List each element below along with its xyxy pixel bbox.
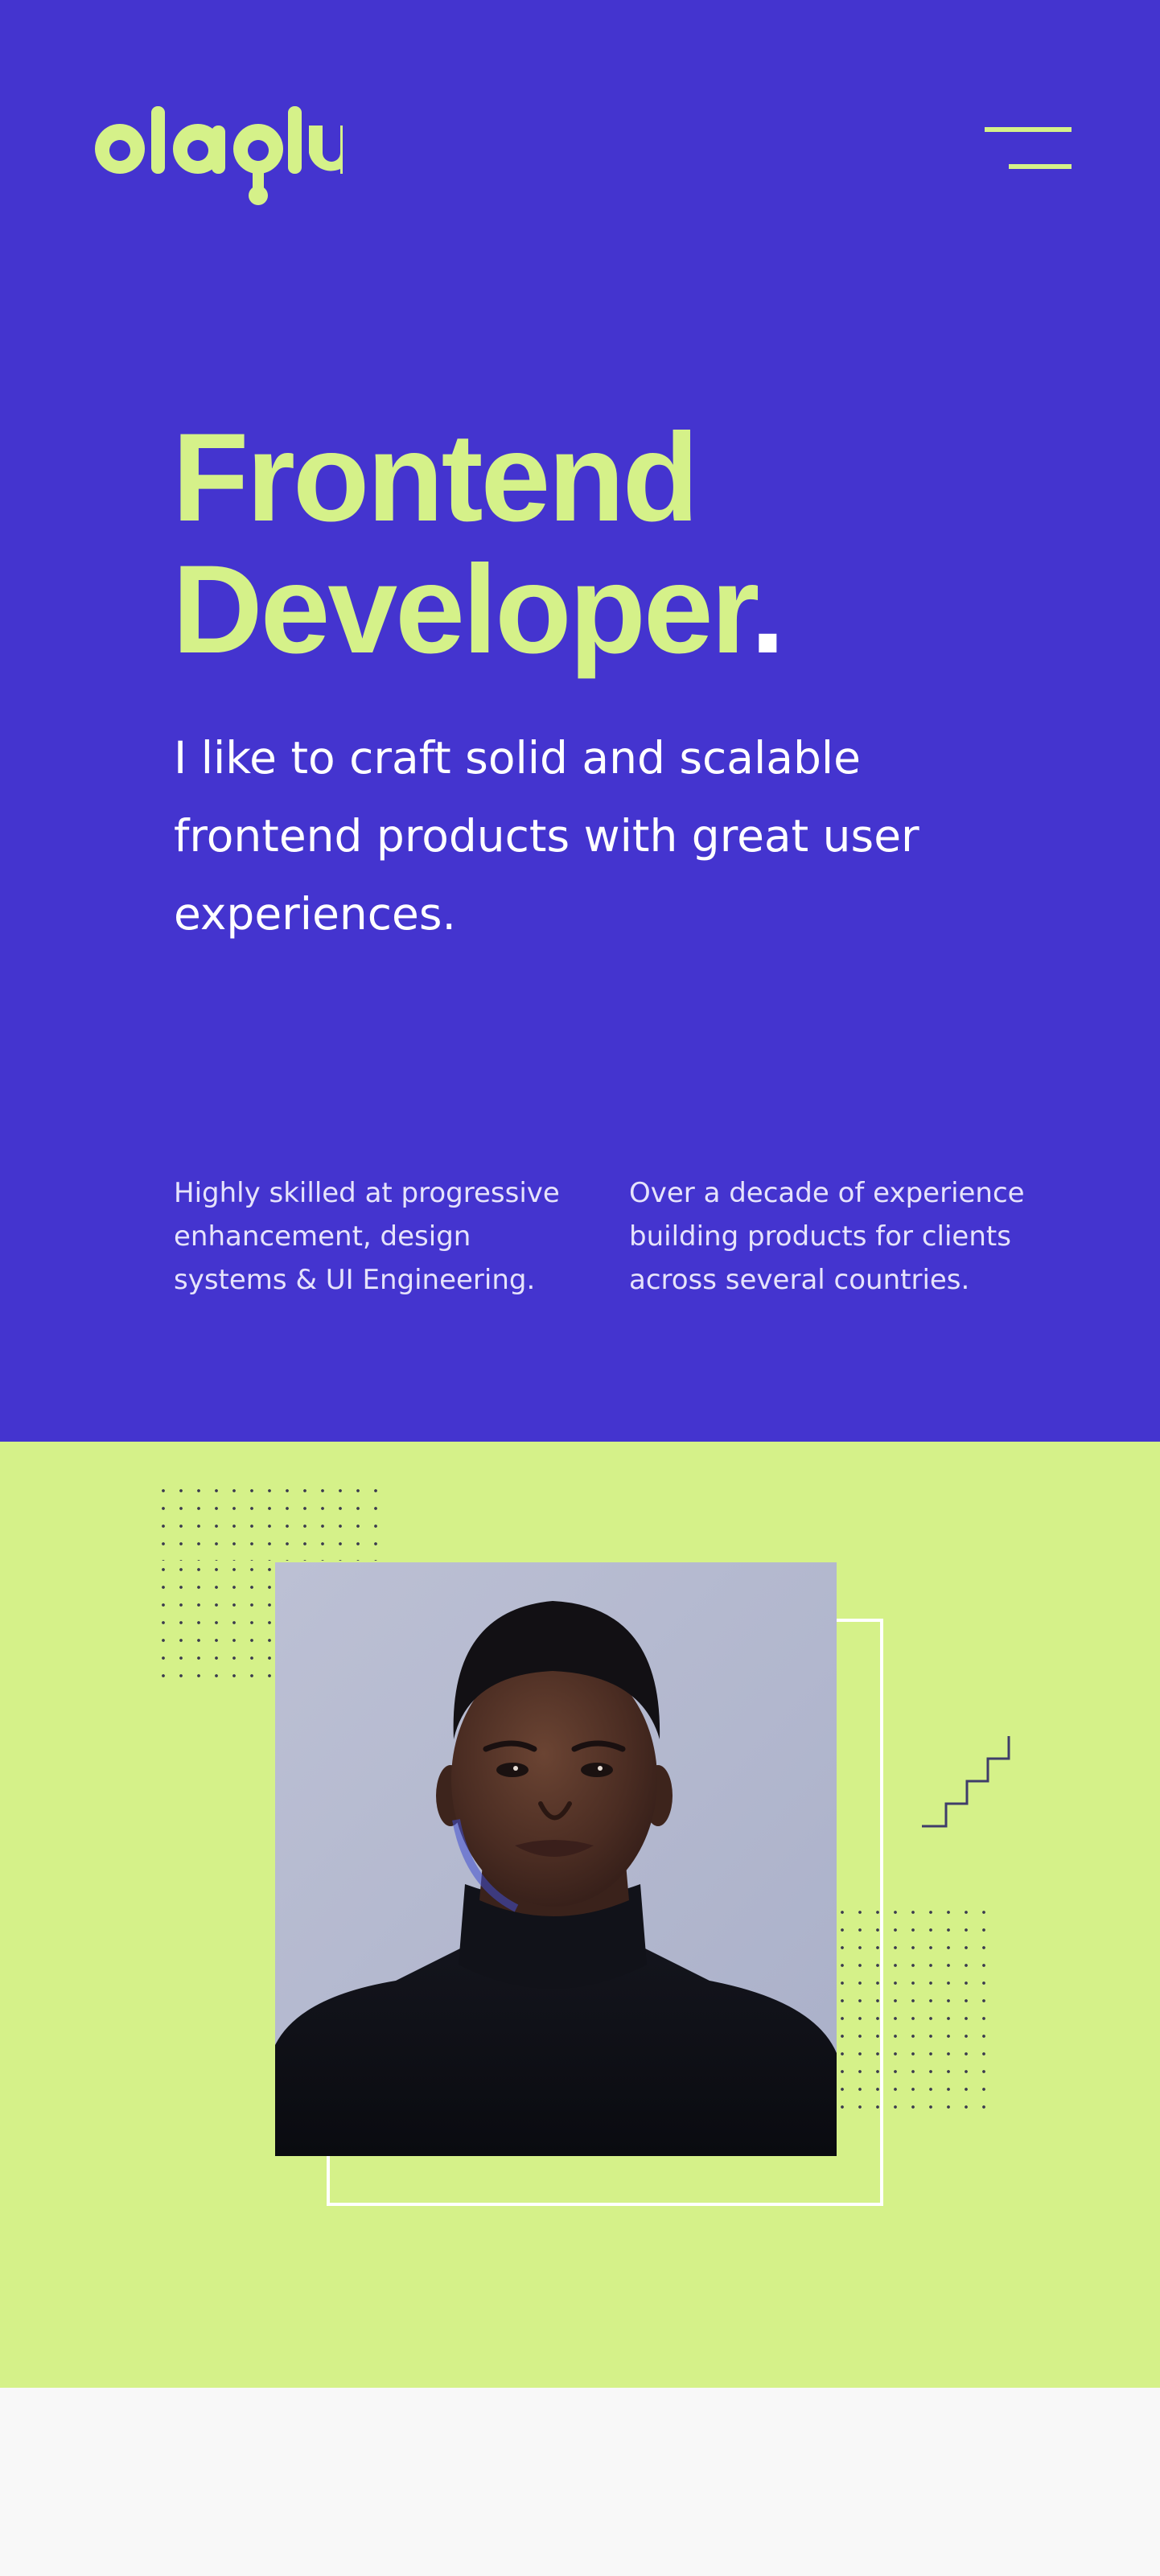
staircase-icon — [922, 1736, 1010, 1828]
headline-line-2-text: Developer — [172, 540, 753, 680]
menu-bar-bottom — [1009, 164, 1072, 169]
hero-headline: Frontend Developer. — [172, 408, 785, 676]
headline-line-1: Frontend — [172, 408, 699, 548]
hero-section: Frontend Developer. I like to craft soli… — [0, 0, 1160, 1442]
dot-grid-icon — [154, 1482, 388, 1561]
hamburger-menu-icon[interactable] — [983, 122, 1072, 174]
feature-experience: Over a decade of experience building pro… — [629, 1177, 1025, 1296]
hero-intro: I like to craft solid and scalable front… — [174, 732, 919, 940]
menu-bar-top — [985, 127, 1072, 132]
page-bottom-area — [0, 2388, 1160, 2576]
headline-dot: . — [750, 540, 785, 680]
logo-wordmark — [95, 106, 343, 205]
logo-link[interactable] — [95, 90, 343, 211]
photo-section — [0, 1442, 1160, 2388]
headline-line-2: Developer. — [172, 544, 785, 676]
dot-grid-icon — [154, 1561, 277, 1689]
portrait-photo — [275, 1562, 837, 2156]
feature-skills: Highly skilled at progressive enhancemen… — [174, 1177, 560, 1296]
